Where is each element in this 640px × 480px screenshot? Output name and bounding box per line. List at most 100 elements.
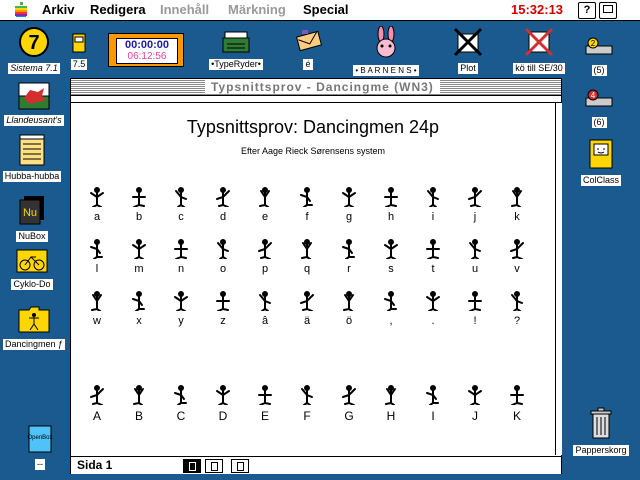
desktop-icon-sistema[interactable]: 7 Sistema 7.1: [2, 26, 66, 76]
desktop-icon-hubba[interactable]: Hubba-hubba: [0, 134, 64, 184]
desktop-icon-colclass[interactable]: ColClass: [578, 138, 624, 188]
drive-icon: 4: [585, 89, 613, 107]
dancing-man-glyph: [384, 291, 397, 311]
desktop-icon-cyklo[interactable]: Cyklo-Do: [4, 246, 60, 292]
timer-sub: 06:12:56: [127, 51, 167, 62]
svg-text:Nu: Nu: [23, 207, 37, 219]
desktop-icon-label: Hubba-hubba: [2, 171, 62, 182]
dancing-man-glyph: [174, 291, 188, 311]
document-page[interactable]: Typsnittsprov: Dancingmen 24p Efter Aage…: [71, 103, 555, 455]
glyph-character-label: p: [261, 263, 269, 275]
dancing-man-glyph: [300, 291, 314, 311]
desktop-icon-nubox[interactable]: Nu NuBox: [4, 192, 60, 244]
glyph-character-label: F: [303, 409, 311, 423]
glyph-character-label: J: [472, 409, 478, 423]
dancing-man-glyph: [468, 291, 482, 311]
glyph-character-label: t: [431, 263, 435, 275]
glyph-character-label: ö: [345, 315, 353, 327]
dancing-man-glyph: [174, 385, 187, 405]
glyph-character-label: c: [178, 211, 184, 223]
dancing-man-glyph: [301, 239, 312, 259]
desktop-icon-label: Dancingmen ƒ: [2, 339, 66, 350]
desktop-icon-queue[interactable]: kö till SE/30: [504, 26, 574, 76]
typewriter-icon: [222, 31, 250, 53]
desktop-icon-label: Plot: [458, 63, 478, 74]
dancing-man-glyph: [174, 239, 188, 259]
desktop-icon-llandeusants[interactable]: Llandeusant's: [0, 82, 68, 128]
dancing-man-glyph: [343, 291, 354, 311]
desktop-icon-control-panel[interactable]: 7.5: [68, 32, 90, 72]
dancing-man-glyph: [259, 291, 271, 311]
help-menu-icon[interactable]: ?: [578, 2, 596, 19]
desktop-icon-plot[interactable]: Plot: [448, 26, 488, 76]
glyph-character-label: v: [514, 263, 520, 275]
dancing-man-glyph: [133, 385, 144, 405]
desktop-icon-drive-6[interactable]: 4 (6): [582, 88, 616, 130]
dancing-man-glyph: [259, 187, 270, 207]
dancing-man-glyph: [175, 187, 187, 207]
dancing-man-glyph: [426, 291, 440, 311]
dancing-man-glyph: [468, 187, 482, 207]
desktop-icon-typeryder[interactable]: •TypeRyder•: [200, 30, 272, 72]
drive-badge: 2: [591, 39, 596, 48]
glyph-character-label: x: [136, 315, 142, 327]
menu-markning[interactable]: Märkning: [228, 2, 286, 17]
dancing-man-glyph: [91, 291, 102, 311]
glyph-character-label: a: [93, 211, 101, 223]
dancing-man-glyph: [216, 187, 230, 207]
desktop-icon-dancingmen[interactable]: Dancingmen ƒ: [0, 304, 68, 352]
apple-menu-icon[interactable]: [14, 2, 28, 18]
dancing-man-glyph: [217, 239, 229, 259]
glyph-character-label: ,: [389, 315, 393, 327]
glyph-character-label: !: [473, 315, 477, 327]
document-heading: Typsnittsprov: Dancingmen 24p: [186, 117, 440, 137]
page-indicator: Sida 1: [77, 458, 113, 472]
welsh-flag-icon: [18, 82, 50, 110]
ruler[interactable]: [71, 96, 561, 103]
dancing-man-glyph: [511, 187, 522, 207]
dancing-man-glyph: [511, 291, 523, 311]
dancing-man-glyph: [216, 385, 230, 405]
desktop-icon-drive-5[interactable]: 2 (5): [582, 36, 616, 78]
nubox-icon: Nu: [19, 196, 44, 225]
glyph-character-label: A: [92, 409, 101, 423]
menu-redigera[interactable]: Redigera: [90, 2, 146, 17]
glyph-character-label: n: [177, 263, 185, 275]
glyph-character-label: e: [261, 211, 269, 223]
layout-view-button[interactable]: [205, 459, 223, 473]
window-title-bar[interactable]: Typsnittsprov - Dancingme (WN3): [71, 79, 561, 96]
glyph-character-label: q: [303, 263, 311, 275]
classic-mac-icon: [589, 139, 613, 169]
dancing-man-glyph: [258, 385, 272, 405]
dancing-man-glyph: [90, 239, 103, 259]
glyph-character-label: b: [135, 211, 143, 223]
svg-text:7: 7: [28, 32, 39, 54]
desktop-icon-label: NuBox: [16, 231, 48, 242]
timer-icon: 00:00:00 06:12:56: [108, 33, 184, 67]
page-view-button[interactable]: [183, 459, 201, 473]
timer-display: 00:00:00 06:12:56: [116, 38, 178, 64]
dancing-man-glyph: [469, 239, 481, 259]
dancing-man-glyph: [342, 187, 356, 207]
vertical-scrollbar[interactable]: [555, 103, 562, 455]
trash-icon: [590, 407, 612, 439]
desktop-icon-envelope[interactable]: é: [288, 28, 328, 72]
menu-innehall[interactable]: Innehåll: [160, 2, 209, 17]
application-menu-icon[interactable]: [599, 2, 617, 19]
draft-view-button[interactable]: [231, 459, 249, 473]
glyph-character-label: ?: [513, 315, 521, 327]
desktop-icon-trash[interactable]: Papperskorg: [568, 406, 634, 458]
glyph-character-label: C: [176, 409, 186, 423]
dancing-man-glyph: [384, 239, 398, 259]
desktop-icon-timer[interactable]: 00:00:00 06:12:56: [108, 33, 184, 67]
dancing-man-glyph: [90, 385, 104, 405]
glyph-character-label: K: [512, 409, 521, 423]
menu-arkiv[interactable]: Arkiv: [42, 2, 75, 17]
dancing-man-glyph: [132, 291, 145, 311]
glyph-character-label: w: [93, 315, 101, 327]
menu-special[interactable]: Special: [303, 2, 349, 17]
desktop-icon-barnens[interactable]: • B A R N E N S •: [346, 26, 426, 78]
glyph-character-label: D: [218, 409, 228, 423]
desktop-icon-openbox[interactable]: OpenBox --: [20, 424, 60, 472]
menu-bar: Arkiv Redigera Innehåll Märkning Special…: [0, 0, 640, 21]
